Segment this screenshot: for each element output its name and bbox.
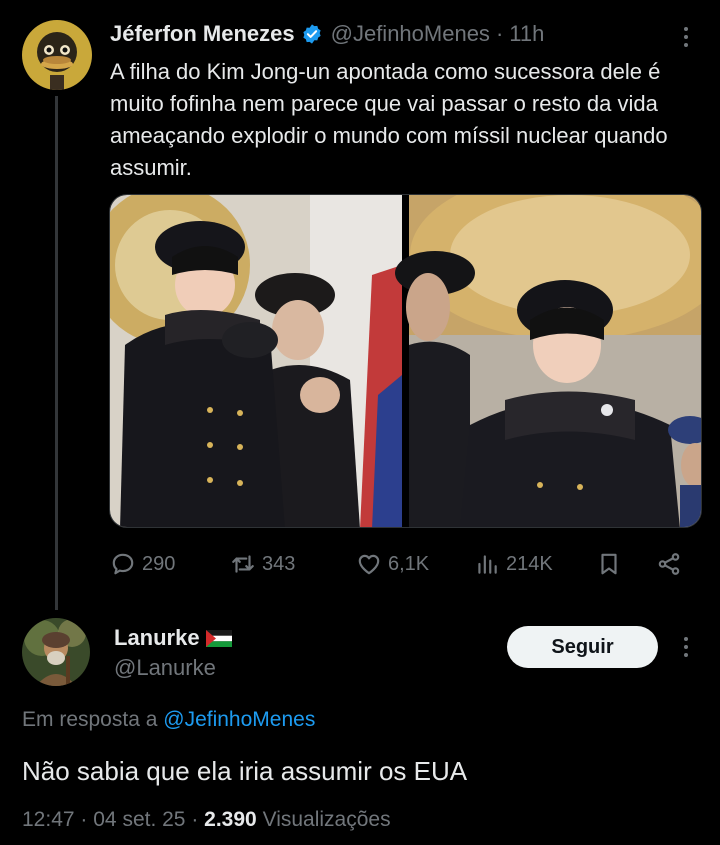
analytics-icon	[478, 555, 497, 574]
retweet-action[interactable]: 343	[230, 546, 295, 582]
share-action[interactable]	[656, 546, 682, 582]
views-action[interactable]: 214K	[474, 546, 553, 582]
reply-author-avatar[interactable]	[22, 618, 90, 686]
in-reply-prefix: Em resposta a	[22, 708, 158, 731]
reply-views-label: Visualizações	[262, 808, 391, 831]
media-photo-right	[395, 195, 701, 527]
tweet-media[interactable]	[109, 194, 702, 528]
reply-icon	[112, 553, 134, 575]
separator-dot: ·	[495, 21, 504, 46]
reply-meta: 12:47 · 04 set. 25 · 2.390 Visualizações	[22, 808, 391, 832]
retweet-count: 343	[262, 552, 296, 575]
like-count: 6,1K	[388, 552, 430, 575]
meta-dot: ·	[80, 808, 88, 831]
more-options-icon[interactable]	[674, 22, 698, 52]
reply-time[interactable]: 12:47	[22, 808, 75, 831]
follow-button[interactable]: Seguir	[507, 626, 658, 668]
in-reply-to: Em resposta a @JefinhoMenes	[22, 708, 315, 732]
reply-date[interactable]: 04 set. 25	[93, 808, 185, 831]
media-photo-left	[110, 195, 402, 527]
reply-count: 290	[142, 552, 176, 575]
bookmark-icon	[601, 553, 617, 575]
reply-views-count: 2.390	[204, 808, 257, 831]
reply-author-handle[interactable]: @Lanurke	[114, 655, 216, 681]
reply-author-name[interactable]: Lanurke	[114, 625, 200, 651]
palestine-flag-icon	[205, 629, 232, 647]
author-name[interactable]: Jéferfon Menezes	[110, 21, 295, 47]
reply-author-name-row: Lanurke	[114, 625, 232, 651]
retweet-icon	[232, 555, 254, 573]
views-count: 214K	[506, 552, 553, 575]
reply-action[interactable]: 290	[110, 546, 175, 582]
thread-line	[55, 96, 58, 610]
tweet-text: A filha do Kim Jong-un apontada como suc…	[110, 59, 668, 180]
like-action[interactable]: 6,1K	[356, 546, 429, 582]
share-icon	[658, 553, 680, 575]
author-handle[interactable]: @JefinhoMenes	[331, 21, 490, 47]
meta-dot: ·	[191, 808, 199, 831]
verified-badge-icon	[303, 24, 321, 44]
heart-icon	[358, 554, 380, 575]
tweet-time[interactable]: 11h	[509, 21, 544, 47]
tweet-header: Jéferfon Menezes @JefinhoMenes · 11h	[110, 18, 544, 50]
reply-more-options-icon[interactable]	[674, 632, 698, 662]
tweet-action-bar: 290 343 6,1K 214K	[110, 546, 700, 582]
bookmark-action[interactable]	[596, 546, 622, 582]
in-reply-handle-link[interactable]: @JefinhoMenes	[163, 708, 315, 731]
reply-text: Não sabia que ela iria assumir os EUA	[22, 756, 468, 786]
author-avatar[interactable]	[22, 20, 92, 90]
